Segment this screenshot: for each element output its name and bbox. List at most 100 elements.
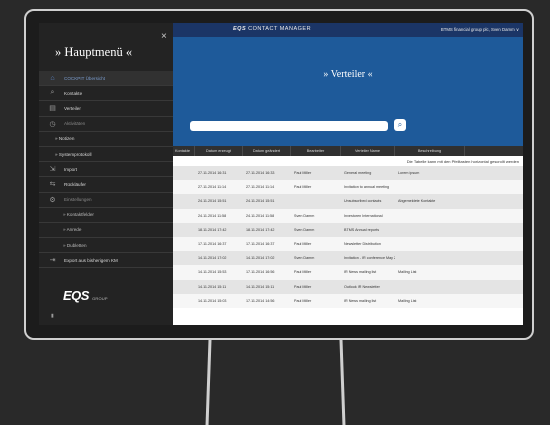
table-cell: IR News mailing list — [344, 298, 377, 303]
table-cell: 24.11.2014 11:58 — [198, 213, 227, 218]
table-row[interactable]: 24.11.2014 11:58 24.11.2014 11:58 Sven Dam… — [173, 208, 523, 223]
table-header: Kontakte Datum erzeugt Datum geändert Bearb… — [173, 146, 523, 156]
sidebar-item-3[interactable]: ◷ Aktivitäten — [39, 117, 173, 132]
gear-icon: ⚙ — [49, 196, 56, 204]
table-cell: General meeting — [344, 171, 372, 176]
column-header[interactable]: Verteiler Name — [341, 146, 395, 156]
table-row[interactable]: 18.11.2014 17:42 18.11.2014 17:42 Sven Dam… — [173, 222, 523, 237]
sidebar-item-label: Import — [64, 166, 78, 172]
clock-icon: ◷ — [49, 120, 56, 128]
eqs-logo: EQS GROUP — [63, 288, 108, 303]
sidebar-item-label: » Dubletten — [63, 242, 87, 248]
table-row[interactable]: 27.11.2014 11:14 27.11.2014 11:14 Paul Mil… — [173, 180, 523, 195]
table-row[interactable]: 27.11.2014 16:31 27.11.2014 16:33 Paul Mil… — [173, 166, 523, 181]
table-cell: 24.11.2014 11:58 — [246, 213, 275, 218]
table-cell: Paul Miller — [294, 185, 312, 190]
sidebar-item-0[interactable]: ⌂ COCKPIT Übersicht — [39, 71, 173, 87]
sidebar-item-label: Export aus bisherigem KM — [64, 257, 118, 263]
table-row[interactable]: 17.11.2014 16:37 17.11.2014 16:37 Paul Mil… — [173, 236, 523, 252]
monitor-frame: » Hauptmenü « × ⌂ COCKPIT Übersicht ⌕ Konta… — [24, 9, 534, 340]
sidebar: » Hauptmenü « × ⌂ COCKPIT Übersicht ⌕ Konta… — [39, 23, 173, 325]
column-header[interactable]: Beschreibung — [395, 146, 465, 156]
page-title: » Verteiler « — [323, 69, 373, 80]
table-cell: Paul Miller — [294, 242, 312, 247]
table-cell: Sven Damm — [294, 256, 315, 261]
table-body: 27.11.2014 16:31 27.11.2014 16:33 Paul Mil… — [173, 166, 523, 308]
sidebar-item-4[interactable]: » Notizen — [39, 132, 173, 147]
sidebar-item-10[interactable]: » Anrede — [39, 223, 173, 239]
column-header[interactable]: Datum erzeugt — [195, 146, 243, 156]
sidebar-item-label: » Systemprotokoll — [55, 151, 92, 157]
sidebar-item-label: Einstellungen — [64, 197, 92, 203]
search-input[interactable] — [190, 121, 388, 131]
table-row[interactable]: 14.11.2014 17:02 14.11.2014 17:02 Sven Dam… — [173, 251, 523, 266]
sidebar-item-label: Verteiler — [64, 105, 81, 111]
table-row[interactable]: 14.11.2014 15:11 14.11.2014 15:11 Paul Mil… — [173, 279, 523, 294]
table-cell: 17.11.2014 14:56 — [246, 298, 275, 303]
sidebar-item-label: COCKPIT Übersicht — [64, 75, 106, 81]
sidebar-item-1[interactable]: ⌕ Kontakte — [39, 86, 173, 102]
user-menu[interactable]: BTMS financial group plc, Sven Damm ∨ — [441, 27, 519, 33]
search-icon: ⌕ — [397, 120, 403, 129]
table-cell: 17.11.2014 16:37 — [246, 242, 275, 247]
sidebar-item-label: Aktivitäten — [64, 121, 86, 127]
table-cell: Sven Damm — [294, 213, 315, 218]
table-cell: 24.11.2014 15:51 — [246, 199, 275, 204]
sidebar-item-5[interactable]: » Systemprotokoll — [39, 147, 173, 163]
sidebar-item-6[interactable]: ⇲ Import — [39, 162, 173, 178]
search-button[interactable]: ⌕ — [394, 119, 406, 131]
table-cell: Mailing List — [398, 270, 417, 275]
table-cell: 27.11.2014 11:14 — [198, 185, 227, 190]
sidebar-item-12[interactable]: ⇥ Export aus bisherigem KM — [39, 253, 173, 269]
main-content: EQS CONTACT MANAGER BTMS financial group … — [173, 23, 523, 325]
table-cell: BTMS Annual reports — [344, 227, 380, 232]
sidebar-item-8[interactable]: ⚙ Einstellungen — [39, 193, 173, 208]
table-cell: Invitation to annual meeting — [344, 185, 390, 190]
table-cell: 18.11.2014 17:42 — [246, 227, 275, 232]
sidebar-item-9[interactable]: » Kontaktfelder — [39, 208, 173, 223]
table-cell: Abgemeldete Kontakte — [398, 199, 436, 204]
sidebar-item-11[interactable]: » Dubletten — [39, 238, 173, 254]
page-banner: » Verteiler « ⌕ — [173, 37, 523, 146]
table-cell: 14.11.2014 15:11 — [246, 284, 275, 289]
lock-icon[interactable]: ▮ — [51, 313, 54, 319]
sidebar-item-label: » Notizen — [55, 136, 75, 142]
close-icon[interactable]: × — [161, 31, 167, 42]
home-icon: ⌂ — [50, 74, 55, 82]
table-cell: 14.11.2014 15:53 — [198, 270, 227, 275]
table-cell: 27.11.2014 11:14 — [246, 185, 275, 190]
monitor-stand-left — [205, 340, 212, 425]
table-row[interactable]: 14.11.2014 15:53 17.11.2014 16:56 Paul Mil… — [173, 265, 523, 280]
table-cell: Paul Miller — [294, 171, 312, 176]
sidebar-item-label: Rückläufer — [64, 181, 86, 187]
table-cell: 27.11.2014 16:33 — [246, 171, 275, 176]
table-cell: Paul Miller — [294, 298, 312, 303]
table-cell: 18.11.2014 17:42 — [198, 227, 227, 232]
table-cell: IR News mailing list — [344, 270, 377, 275]
table-cell: 17.11.2014 16:56 — [246, 270, 275, 275]
sidebar-item-7[interactable]: ⇆ Rückläufer — [39, 177, 173, 193]
column-header[interactable]: Kontakte — [173, 146, 195, 156]
sidebar-item-2[interactable]: ▤ Verteiler — [39, 101, 173, 117]
table-cell: 14.11.2014 15:03 — [198, 298, 227, 303]
column-header[interactable]: Datum geändert — [243, 146, 291, 156]
bounce-icon: ⇆ — [49, 181, 56, 189]
table-row[interactable]: 24.11.2014 15:51 24.11.2014 15:51 Unsubscr… — [173, 194, 523, 209]
screen: » Hauptmenü « × ⌂ COCKPIT Übersicht ⌕ Konta… — [39, 23, 523, 325]
search-icon: ⌕ — [50, 89, 55, 97]
table-row[interactable]: 14.11.2014 15:03 17.11.2014 14:56 Paul Mil… — [173, 293, 523, 308]
table-cell: Paul Miller — [294, 270, 312, 275]
table-cell: Invitation - IR conference May 2015 — [344, 256, 395, 261]
table-cell: 14.11.2014 15:11 — [198, 284, 227, 289]
sidebar-nav: ⌂ COCKPIT Übersicht ⌕ Kontakte ▤ Verteiler ◷ Ak… — [39, 71, 173, 269]
monitor-stand-right — [339, 340, 346, 425]
brand-title: EQS CONTACT MANAGER — [233, 26, 312, 32]
column-header[interactable]: Bearbeiter — [291, 146, 341, 156]
table-cell: 14.11.2014 17:02 — [246, 256, 275, 261]
table-cell: 17.11.2014 16:37 — [198, 242, 227, 247]
table-cell: Newsletter Distribution — [344, 242, 381, 247]
table-cell: Paul Miller — [294, 284, 312, 289]
sidebar-item-label: » Anrede — [63, 227, 82, 233]
sidebar-item-label: » Kontaktfelder — [63, 212, 94, 218]
import-icon: ⇲ — [49, 166, 56, 174]
